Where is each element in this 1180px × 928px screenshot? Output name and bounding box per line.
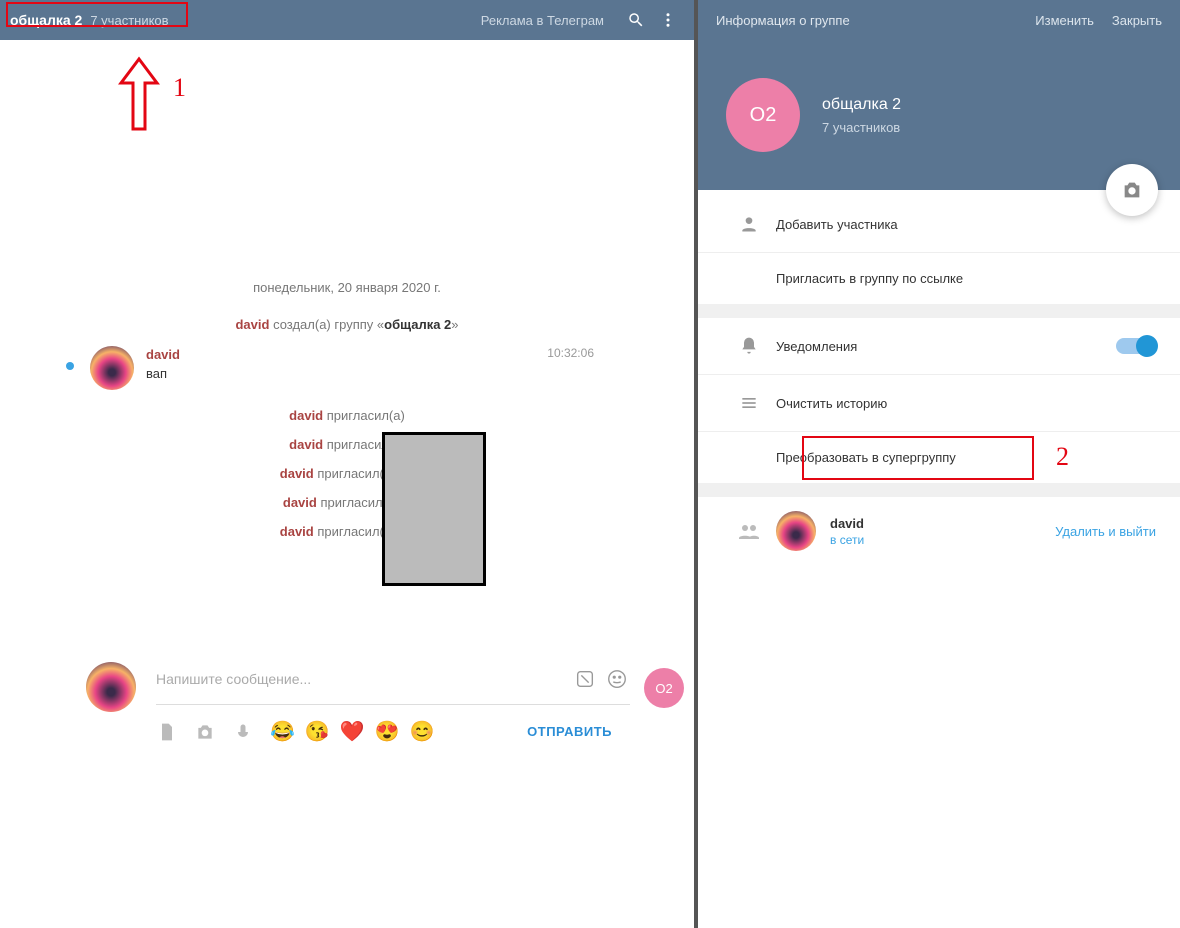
person-icon	[722, 214, 776, 234]
system-user: david	[235, 317, 269, 332]
add-member-row[interactable]: Добавить участника	[698, 196, 1180, 252]
member-avatar[interactable]	[776, 511, 816, 551]
group-info-pane: Информация о группе Изменить Закрыть О2 …	[694, 0, 1180, 928]
member-status: в сети	[830, 533, 1055, 547]
edit-button[interactable]: Изменить	[1035, 13, 1094, 28]
file-icon[interactable]	[156, 721, 178, 743]
self-avatar[interactable]	[86, 662, 136, 712]
close-button[interactable]: Закрыть	[1112, 13, 1162, 28]
group-hero: О2 общалка 2 7 участников	[698, 40, 1180, 190]
chat-header[interactable]: общалка 2 7 участников Реклама в Телегра…	[0, 0, 694, 40]
emoji-quick[interactable]: 😘	[305, 719, 330, 744]
ad-link[interactable]: Реклама в Телеграм	[481, 13, 604, 28]
info-header: Информация о группе Изменить Закрыть	[698, 0, 1180, 40]
message-time: 10:32:06	[547, 346, 594, 360]
info-title: Информация о группе	[716, 13, 1017, 28]
emoji-quick[interactable]: 😂	[270, 719, 295, 744]
destination-avatar[interactable]: О2	[644, 668, 684, 708]
emoji-quick[interactable]: 😍	[375, 719, 400, 744]
chat-title[interactable]: общалка 2	[10, 12, 82, 28]
message-input[interactable]	[156, 671, 566, 687]
system-invite-message: david пригласил(а) Vk	[0, 524, 694, 539]
system-group: общалка 2	[384, 317, 451, 332]
annotation-label-2: 2	[1056, 442, 1069, 472]
system-invite-message: david пригласил(а)	[0, 408, 694, 423]
date-separator: понедельник, 20 января 2020 г.	[0, 280, 694, 295]
add-member-label: Добавить участника	[776, 217, 1156, 232]
emoji-icon[interactable]	[604, 666, 630, 692]
notifications-label: Уведомления	[776, 339, 1116, 354]
chat-pane: общалка 2 7 участников Реклама в Телегра…	[0, 0, 694, 928]
system-invite-message: david пригласил(а) м	[0, 495, 694, 510]
search-icon[interactable]	[620, 4, 652, 36]
people-icon	[722, 519, 776, 543]
group-subtitle: 7 участников	[822, 120, 901, 135]
message-row: david 10:32:06 вап	[0, 346, 694, 390]
mic-icon[interactable]	[232, 721, 254, 743]
unread-dot-icon	[66, 362, 74, 370]
set-photo-button[interactable]	[1106, 164, 1158, 216]
to-supergroup-label: Преобразовать в супергруппу	[776, 450, 1156, 465]
system-invite-message: david пригласил(а)	[0, 437, 694, 452]
group-avatar[interactable]: О2	[726, 78, 800, 152]
camera-icon[interactable]	[194, 721, 216, 743]
clear-history-label: Очистить историю	[776, 396, 1156, 411]
annotation-label-1: 1	[173, 73, 186, 103]
emoji-quick[interactable]: 😊	[410, 719, 435, 744]
invite-link-row[interactable]: Пригласить в группу по ссылке	[698, 252, 1180, 304]
bell-icon	[722, 336, 776, 356]
list-icon	[722, 393, 776, 413]
attach-command-icon[interactable]	[572, 666, 598, 692]
chat-body: понедельник, 20 января 2020 г. david соз…	[0, 40, 694, 539]
system-create-message: david создал(а) группу «общалка 2»	[0, 317, 694, 332]
more-icon[interactable]	[652, 4, 684, 36]
composer-toolbar: 😂 😘 ❤️ 😍 😊 ОТПРАВИТЬ	[156, 719, 630, 744]
group-name: общалка 2	[822, 96, 901, 114]
avatar[interactable]	[90, 346, 134, 390]
invite-link-label: Пригласить в группу по ссылке	[776, 271, 1156, 286]
leave-button[interactable]: Удалить и выйти	[1055, 524, 1156, 539]
send-button[interactable]: ОТПРАВИТЬ	[527, 724, 612, 739]
notifications-row[interactable]: Уведомления	[698, 318, 1180, 374]
chat-subtitle: 7 участников	[90, 13, 168, 28]
clear-history-row[interactable]: Очистить историю	[698, 374, 1180, 431]
member-name[interactable]: david	[830, 516, 1055, 531]
notifications-toggle[interactable]	[1116, 338, 1156, 354]
system-action: создал(а) группу «	[273, 317, 384, 332]
redacted-block	[382, 432, 486, 586]
system-tail: »	[451, 317, 458, 332]
member-row: david в сети Удалить и выйти	[698, 497, 1180, 565]
annotation-arrow-1: 1	[115, 55, 195, 145]
emoji-quick[interactable]: ❤️	[340, 719, 365, 744]
system-invite-message: david пригласил(а) Vk	[0, 466, 694, 481]
to-supergroup-row[interactable]: Преобразовать в супергруппу	[698, 431, 1180, 483]
composer: О2 😂😘❤️😍😊 ОТПРАВИТЬ	[90, 658, 630, 744]
message-author[interactable]: david	[146, 347, 180, 362]
message-text: вап	[146, 366, 694, 381]
